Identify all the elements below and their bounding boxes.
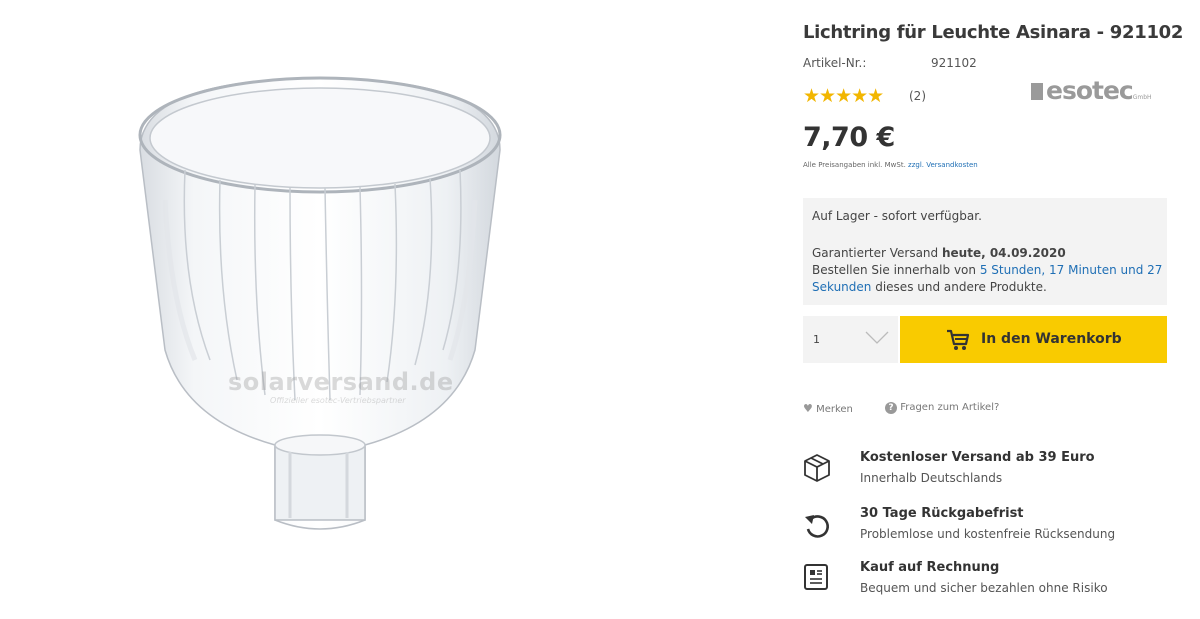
add-to-cart-label: In den Warenkorb <box>981 331 1122 347</box>
price-note: Alle Preisangaben inkl. MwSt. zzgl. Vers… <box>803 161 978 169</box>
order-countdown: Bestellen Sie innerhalb von 5 Stunden, 1… <box>812 263 1163 277</box>
product-title: Lichtring für Leuchte Asinara - 921102 <box>803 22 1184 43</box>
countdown-seconds: Sekunden <box>812 280 872 294</box>
delivery-info-box: Auf Lager - sofort verfügbar. Garantiert… <box>803 198 1167 305</box>
shipping-costs-link[interactable]: zzgl. Versandkosten <box>908 161 978 169</box>
return-arrow-icon <box>803 512 831 540</box>
question-icon: ? <box>885 402 897 414</box>
shopping-cart-icon <box>946 329 970 355</box>
benefit-free-shipping: Kostenloser Versand ab 39 Euro Innerhalb… <box>803 450 1167 494</box>
product-buybox: Lichtring für Leuchte Asinara - 921102 A… <box>803 0 1183 619</box>
shipping-date: heute, 04.09.2020 <box>941 246 1066 260</box>
ask-question-link[interactable]: ? Fragen zum Artikel? <box>885 402 999 414</box>
heart-icon: ♥ <box>803 402 813 415</box>
benefit-title: Kostenloser Versand ab 39 Euro <box>860 450 1095 465</box>
benefit-description: Innerhalb Deutschlands <box>860 471 1003 485</box>
invoice-icon <box>803 563 831 591</box>
wishlist-link[interactable]: ♥ Merken <box>803 402 853 415</box>
quantity-value: 1 <box>813 333 820 346</box>
brand-square-icon <box>1031 83 1043 100</box>
countdown-time: 5 Stunden, 17 Minuten und 27 <box>979 263 1163 277</box>
rating-stars[interactable]: ★★★★★ <box>803 85 884 107</box>
chevron-down-icon <box>865 330 889 350</box>
article-number-label: Artikel-Nr.: <box>803 56 867 70</box>
add-to-cart-button[interactable]: In den Warenkorb <box>900 316 1167 363</box>
quantity-select[interactable]: 1 <box>803 316 898 363</box>
benefit-title: 30 Tage Rückgabefrist <box>860 506 1024 521</box>
watermark-subtitle: Offizieller esotec-Vertriebspartner <box>270 396 406 405</box>
stock-status: Auf Lager - sofort verfügbar. <box>812 209 982 223</box>
benefit-title: Kauf auf Rechnung <box>860 560 1000 575</box>
package-icon <box>803 453 831 482</box>
product-price: 7,70 € <box>803 122 895 153</box>
benefit-description: Bequem und sicher bezahlen ohne Risiko <box>860 581 1108 595</box>
order-countdown-cont: Sekunden dieses und andere Produkte. <box>812 280 1047 294</box>
benefit-return-policy: 30 Tage Rückgabefrist Problemlose und ko… <box>803 506 1167 550</box>
benefit-description: Problemlose und kostenfreie Rücksendung <box>860 527 1116 541</box>
watermark: solarversand.de <box>228 368 454 396</box>
brand-logo[interactable]: esotecGmbH <box>1031 76 1171 105</box>
rating-count[interactable]: (2) <box>909 89 926 103</box>
shipping-guarantee: Garantierter Versand heute, 04.09.2020 <box>812 246 1066 260</box>
lichtring-illustration <box>138 76 502 530</box>
article-number-value: 921102 <box>931 56 977 70</box>
product-image[interactable] <box>125 60 515 540</box>
benefit-invoice: Kauf auf Rechnung Bequem und sicher beza… <box>803 560 1167 604</box>
